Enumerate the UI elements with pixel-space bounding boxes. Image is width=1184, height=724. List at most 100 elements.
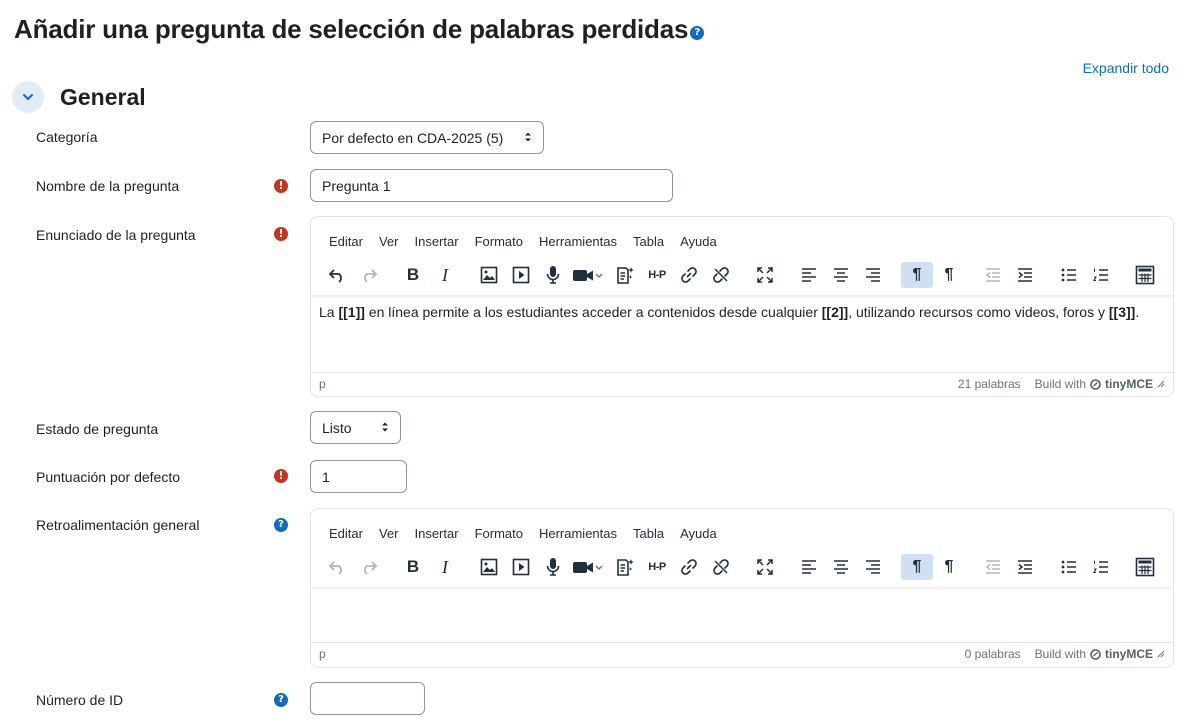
default-mark-label: Puntuación por defecto xyxy=(36,469,180,485)
rtl-button[interactable]: ¶ xyxy=(933,554,965,580)
redo-button[interactable] xyxy=(353,262,385,288)
numbered-list-button[interactable] xyxy=(1085,554,1117,580)
indent-icon xyxy=(1018,560,1032,574)
italic-button[interactable]: I xyxy=(429,554,461,580)
menu-editar[interactable]: Editar xyxy=(321,524,371,544)
element-path[interactable]: p xyxy=(319,647,965,661)
menu-formato[interactable]: Formato xyxy=(467,524,531,544)
general-feedback-content[interactable] xyxy=(311,587,1173,643)
menu-tabla[interactable]: Tabla xyxy=(625,232,672,252)
undo-button[interactable] xyxy=(321,554,353,580)
equation-button[interactable] xyxy=(1129,262,1161,288)
media-icon xyxy=(512,558,530,576)
menu-ayuda[interactable]: Ayuda xyxy=(672,232,725,252)
menu-insertar[interactable]: Insertar xyxy=(406,232,466,252)
tinymce-branding[interactable]: Build with tinyMCE xyxy=(1035,377,1153,391)
bullet-list-button[interactable] xyxy=(1053,262,1085,288)
build-with-text: Build with xyxy=(1034,647,1086,661)
image-button[interactable] xyxy=(473,262,505,288)
record-video-button[interactable] xyxy=(569,262,609,288)
resize-handle-icon[interactable] xyxy=(1157,380,1165,388)
menu-ayuda[interactable]: Ayuda xyxy=(672,524,725,544)
numbered-list-button[interactable] xyxy=(1085,262,1117,288)
align-center-button[interactable] xyxy=(825,262,857,288)
indent-button[interactable] xyxy=(1009,554,1041,580)
gap-marker: [[1]] xyxy=(338,304,365,320)
menu-insertar[interactable]: Insertar xyxy=(406,524,466,544)
outdent-button[interactable] xyxy=(977,554,1009,580)
help-icon[interactable]: ? xyxy=(690,26,705,41)
align-right-button[interactable] xyxy=(857,554,889,580)
unlink-button[interactable] xyxy=(705,554,737,580)
tinymce-branding[interactable]: Build with tinyMCE xyxy=(1035,647,1153,661)
expand-all-link[interactable]: Expandir todo xyxy=(1083,60,1169,76)
bold-button[interactable]: B xyxy=(397,262,429,288)
menu-editar[interactable]: Editar xyxy=(321,232,371,252)
h5p-button[interactable]: H-P xyxy=(641,262,673,288)
menu-ver[interactable]: Ver xyxy=(371,524,407,544)
indent-button[interactable] xyxy=(1009,262,1041,288)
align-right-button[interactable] xyxy=(857,262,889,288)
bold-button[interactable]: B xyxy=(397,554,429,580)
equation-button[interactable] xyxy=(1129,554,1161,580)
menu-ver[interactable]: Ver xyxy=(371,232,407,252)
word-count[interactable]: 0 palabras xyxy=(965,647,1021,661)
tinymce-logo-icon xyxy=(1090,648,1101,660)
record-audio-button[interactable] xyxy=(537,262,569,288)
unlink-button[interactable] xyxy=(705,262,737,288)
fullscreen-button[interactable] xyxy=(749,262,781,288)
resize-handle-icon[interactable] xyxy=(1157,650,1165,658)
numbered-list-icon xyxy=(1093,268,1108,282)
ltr-icon: ¶ xyxy=(912,266,922,283)
bullet-list-button[interactable] xyxy=(1053,554,1085,580)
menu-herramientas[interactable]: Herramientas xyxy=(531,524,625,544)
bullet-list-icon xyxy=(1061,268,1076,282)
menu-formato[interactable]: Formato xyxy=(467,232,531,252)
element-path[interactable]: p xyxy=(319,377,958,391)
outdent-icon xyxy=(985,268,1000,282)
outdent-button[interactable] xyxy=(977,262,1009,288)
align-center-button[interactable] xyxy=(825,554,857,580)
image-icon xyxy=(480,266,498,284)
ltr-button[interactable]: ¶ xyxy=(901,262,933,288)
category-label: Categoría xyxy=(36,129,98,145)
category-select[interactable]: Por defecto en CDA-2025 (5) xyxy=(310,121,544,154)
status-select[interactable]: Listo xyxy=(310,411,401,444)
italic-button[interactable]: I xyxy=(429,262,461,288)
question-name-input[interactable] xyxy=(310,169,673,202)
help-icon[interactable]: ? xyxy=(274,693,288,707)
image-button[interactable] xyxy=(473,554,505,580)
word-count[interactable]: 21 palabras xyxy=(958,377,1021,391)
default-mark-input[interactable] xyxy=(310,460,407,493)
redo-icon xyxy=(364,269,378,283)
image-icon xyxy=(480,558,498,576)
id-number-input[interactable] xyxy=(310,682,425,715)
align-left-button[interactable] xyxy=(793,554,825,580)
collapse-section-button[interactable] xyxy=(12,81,44,113)
redo-button[interactable] xyxy=(353,554,385,580)
page-title: Añadir una pregunta de selección de pala… xyxy=(14,14,705,45)
question-text-content[interactable]: La [[1]] en línea permite a los estudian… xyxy=(311,295,1173,373)
align-left-button[interactable] xyxy=(793,262,825,288)
media-button[interactable] xyxy=(505,554,537,580)
menu-herramientas[interactable]: Herramientas xyxy=(531,232,625,252)
ai-generate-button[interactable] xyxy=(609,262,641,288)
content-text: , utilizando recursos como videos, foros… xyxy=(848,304,1109,320)
record-audio-button[interactable] xyxy=(537,554,569,580)
menu-tabla[interactable]: Tabla xyxy=(625,524,672,544)
fullscreen-icon xyxy=(757,559,773,575)
ai-generate-button[interactable] xyxy=(609,554,641,580)
fullscreen-button[interactable] xyxy=(749,554,781,580)
rtl-button[interactable]: ¶ xyxy=(933,262,965,288)
undo-button[interactable] xyxy=(321,262,353,288)
undo-icon xyxy=(328,269,342,283)
link-button[interactable] xyxy=(673,554,705,580)
h5p-button[interactable]: H-P xyxy=(641,554,673,580)
help-icon[interactable]: ? xyxy=(274,518,288,532)
numbered-list-icon xyxy=(1093,560,1108,574)
record-video-button[interactable] xyxy=(569,554,609,580)
link-button[interactable] xyxy=(673,262,705,288)
ltr-icon: ¶ xyxy=(912,558,922,575)
media-button[interactable] xyxy=(505,262,537,288)
ltr-button[interactable]: ¶ xyxy=(901,554,933,580)
